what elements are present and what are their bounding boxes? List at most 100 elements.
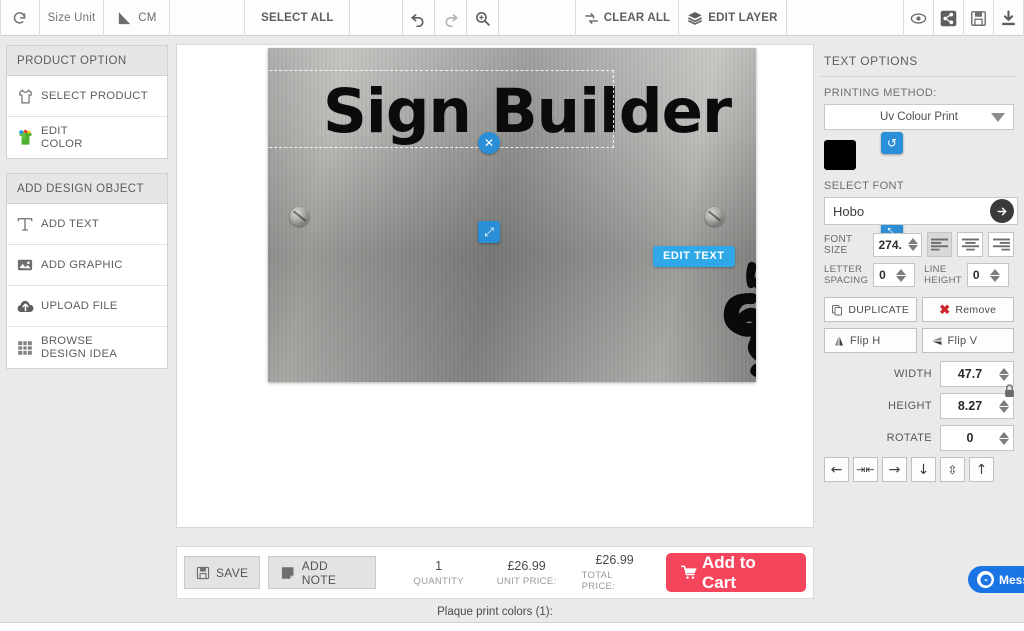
sidebar-item-browse-design-idea[interactable]: BROWSE DESIGN IDEA	[7, 327, 167, 368]
sidebar-item-edit-color[interactable]: EDIT COLOR	[7, 117, 167, 158]
lock-icon	[1004, 384, 1014, 397]
upload-cloud-icon	[15, 297, 35, 316]
flip-horizontal-icon	[835, 336, 843, 345]
download-icon	[1000, 9, 1017, 27]
bottom-action-bar: SAVE ADD NOTE 1 QUANTITY £26.99 UNIT PRI…	[176, 546, 814, 599]
sidebar-item-upload-file[interactable]: UPLOAD FILE	[7, 286, 167, 327]
nudge-right-button[interactable]: →	[882, 457, 907, 482]
flip-row: Flip H Flip V	[824, 328, 1014, 353]
select-all-button[interactable]: SELECT ALL	[245, 0, 351, 36]
color-swatch[interactable]	[824, 140, 856, 170]
align-vertical-center-button[interactable]: ⇳	[940, 457, 965, 482]
total-price-label: TOTAL PRICE:	[581, 570, 616, 592]
design-canvas[interactable]: Sign Builder ✕ ↺ ⤢ EDIT TEXT	[176, 44, 903, 528]
stepper-arrows[interactable]	[989, 268, 1000, 282]
font-size-stepper[interactable]: 274.	[872, 232, 922, 257]
total-price-value: £26.99	[595, 553, 634, 567]
delete-object-handle[interactable]: ✕	[478, 132, 500, 154]
align-left-button[interactable]	[926, 232, 953, 257]
unit-selector[interactable]: CM	[104, 0, 170, 36]
duplicate-remove-row: DUPLICATE ✖ Remove	[824, 297, 1014, 322]
align-horizontal-center-button[interactable]: ⇥⇤	[853, 457, 878, 482]
scale-handle-left[interactable]: ⤢	[478, 221, 500, 243]
toolbar-spacer-3	[499, 0, 576, 36]
flip-vertical-button[interactable]: Flip V	[921, 328, 1014, 353]
redo-button[interactable]	[435, 0, 468, 36]
resize-diagonal-icon: ⤢	[484, 225, 494, 239]
zoom-button[interactable]	[467, 0, 500, 36]
select-all-label: SELECT ALL	[261, 12, 334, 24]
rotate-value: 0	[966, 431, 974, 445]
total-price-display: £26.99 TOTAL PRICE:	[582, 553, 648, 592]
stepper-arrows[interactable]	[999, 431, 1009, 445]
add-to-cart-button[interactable]: Add to Cart	[665, 552, 806, 592]
edit-layer-button[interactable]: EDIT LAYER	[679, 0, 787, 36]
printing-method-value: Uv Colour Print	[880, 111, 958, 123]
flip-vertical-icon	[932, 336, 941, 345]
sidebar-item-label: UPLOAD FILE	[41, 299, 118, 312]
add-to-cart-label: Add to Cart	[701, 552, 756, 592]
signage-designer-app: Size Unit CM SELECT ALL CLEAR ALL EDIT L…	[0, 0, 1024, 631]
save-button[interactable]: SAVE	[184, 556, 261, 589]
sign-text-object[interactable]: Sign Builder	[323, 75, 732, 148]
preview-button[interactable]	[904, 0, 934, 36]
stepper-arrows[interactable]	[999, 367, 1009, 381]
toolbar-spacer-1	[170, 0, 246, 36]
align-center-button[interactable]	[957, 232, 984, 257]
edit-text-button[interactable]: EDIT TEXT	[653, 246, 735, 267]
divider	[820, 76, 1016, 77]
save-design-button[interactable]	[964, 0, 994, 36]
sidebar-item-label: ADD TEXT	[41, 217, 100, 230]
line-height-label-line1: LINE	[924, 264, 947, 275]
align-right-icon	[992, 238, 1010, 251]
align-left-icon	[930, 238, 948, 251]
share-button[interactable]	[934, 0, 964, 36]
nudge-up-button[interactable]: ↑	[969, 457, 994, 482]
aspect-ratio-lock[interactable]	[1000, 383, 1018, 399]
share-icon	[940, 10, 957, 27]
zoom-in-icon	[474, 10, 491, 27]
flip-h-label: Flip H	[850, 334, 881, 347]
line-height-label-line2: HEIGHT	[924, 275, 962, 286]
close-x-icon: ✖	[939, 301, 951, 317]
remove-button[interactable]: ✖ Remove	[921, 297, 1014, 322]
unit-price-display: £26.99 UNIT PRICE:	[494, 559, 560, 587]
font-value: Hobo	[833, 203, 865, 219]
align-right-button[interactable]	[988, 232, 1014, 257]
stepper-arrows[interactable]	[907, 238, 918, 251]
messenger-chat-button[interactable]: Mess	[968, 566, 1024, 593]
letter-spacing-stepper[interactable]: 0	[873, 263, 916, 287]
sidebar-item-add-graphic[interactable]: ADD GRAPHIC	[7, 245, 167, 286]
text-t-icon	[15, 215, 35, 233]
rotate-stepper[interactable]: 0	[940, 425, 1014, 451]
nudge-down-button[interactable]: ↓	[911, 457, 936, 482]
sidebar-item-select-product[interactable]: SELECT PRODUCT	[7, 76, 167, 117]
height-label: HEIGHT	[888, 400, 932, 412]
colored-shirt-icon	[15, 128, 35, 147]
download-button[interactable]	[994, 0, 1024, 36]
sidebar-item-add-text[interactable]: ADD TEXT	[7, 204, 167, 245]
clear-all-button[interactable]: CLEAR ALL	[576, 0, 680, 36]
duplicate-label: DUPLICATE	[848, 303, 910, 316]
refresh-cycle-icon	[584, 11, 599, 26]
refresh-button[interactable]	[0, 0, 40, 36]
open-font-list-button[interactable]	[990, 199, 1014, 223]
letter-spacing-value: 0	[879, 268, 886, 282]
undo-button[interactable]	[403, 0, 436, 36]
eye-icon	[910, 10, 927, 27]
font-input[interactable]: Hobo	[824, 197, 1018, 225]
printing-method-label: PRINTING METHOD:	[824, 87, 937, 99]
stepper-arrows[interactable]	[999, 399, 1009, 413]
add-note-button[interactable]: ADD NOTE	[268, 556, 376, 589]
plaque-product-preview[interactable]: Sign Builder	[268, 48, 756, 382]
printing-method-select[interactable]: Uv Colour Print	[824, 104, 1014, 130]
sidebar-item-label-line2: DESIGN IDEA	[41, 347, 118, 360]
dimensions-section: WIDTH 47.7 HEIGHT 8.27 ROTATE 0	[818, 361, 1018, 451]
stepper-arrows[interactable]	[896, 268, 907, 282]
image-graphic-icon	[15, 256, 35, 274]
line-height-stepper[interactable]: 0	[966, 263, 1009, 287]
page-bottom-strip	[0, 622, 1024, 631]
flip-horizontal-button[interactable]: Flip H	[824, 328, 917, 353]
duplicate-button[interactable]: DUPLICATE	[824, 297, 917, 322]
nudge-left-button[interactable]: ←	[824, 457, 849, 482]
